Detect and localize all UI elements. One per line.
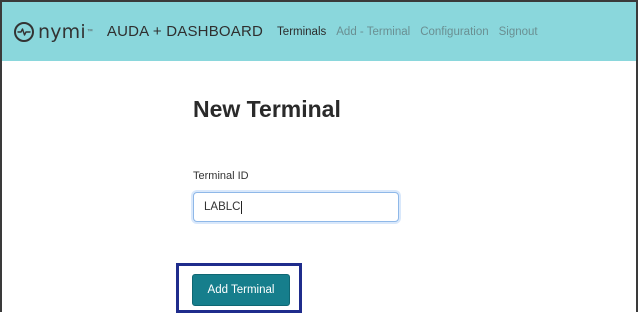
nymi-wave-icon (14, 21, 34, 42)
trademark-mark: ™ (86, 28, 93, 35)
nav-link-signout[interactable]: Signout (499, 26, 538, 38)
nav-link-configuration[interactable]: Configuration (420, 26, 488, 38)
terminal-id-input[interactable]: LABLC (193, 192, 399, 222)
top-navbar: nymi ™ AUDA + DASHBOARD Terminals Add - … (2, 2, 636, 61)
nav-link-add-terminal[interactable]: Add - Terminal (336, 26, 410, 38)
brand-logo[interactable]: nymi ™ (14, 21, 93, 43)
terminal-id-value: LABLC (204, 201, 241, 213)
app-title: AUDA + DASHBOARD (106, 23, 264, 40)
add-terminal-button[interactable]: Add Terminal (192, 274, 290, 306)
nav-links: Terminals Add - Terminal Configuration S… (277, 26, 548, 38)
terminal-id-label: Terminal ID (193, 170, 249, 182)
main-content: New Terminal (193, 96, 341, 123)
page-title: New Terminal (193, 96, 341, 122)
brand-name: nymi (38, 20, 86, 43)
nav-link-terminals[interactable]: Terminals (277, 26, 326, 38)
text-cursor (241, 200, 243, 214)
